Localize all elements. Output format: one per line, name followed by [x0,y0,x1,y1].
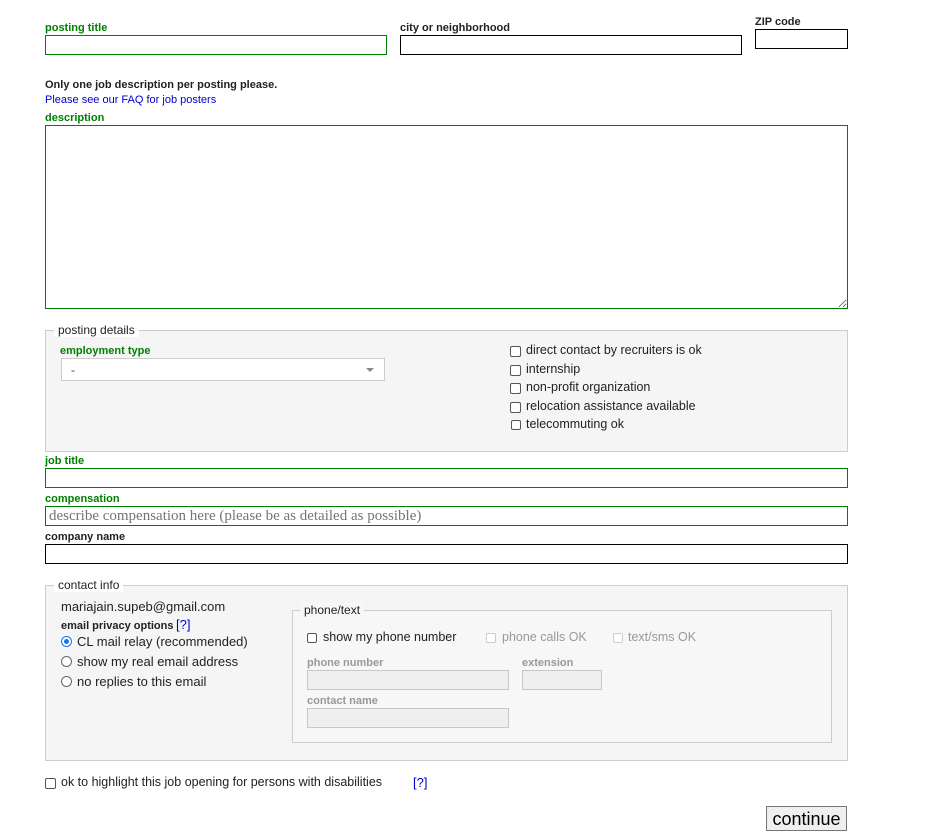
internship-checkbox[interactable] [510,365,521,376]
city-input[interactable] [400,35,742,55]
employment-type-label: employment type [60,345,151,357]
contact-name-input[interactable] [307,708,509,728]
telecommuting-checkbox[interactable] [511,420,521,430]
zip-input[interactable] [755,29,848,49]
compensation-label: compensation [45,493,120,505]
non-profit-label: non-profit organization [526,380,651,394]
non-profit-checkbox[interactable] [510,383,521,394]
phone-text-legend: phone/text [300,603,365,617]
direct-contact-checkbox[interactable] [510,346,521,357]
show-phone-label: show my phone number [323,630,457,644]
telecommuting-label: telecommuting ok [526,417,624,431]
disabilities-help-link[interactable]: [?] [413,775,427,790]
compensation-input[interactable] [45,506,848,526]
description-textarea[interactable] [45,125,848,309]
city-label: city or neighborhood [400,22,510,34]
phone-number-input[interactable] [307,670,509,690]
continue-button[interactable]: continue [766,806,847,831]
extension-input[interactable] [522,670,602,690]
contact-info-legend: contact info [54,578,124,592]
description-label: description [45,112,105,124]
relocation-checkbox[interactable] [510,402,521,413]
mail-relay-radio[interactable] [61,636,72,647]
no-replies-label: no replies to this email [77,674,207,689]
employment-type-value: - [71,363,75,377]
job-title-input[interactable] [45,468,848,488]
phone-calls-label: phone calls OK [502,630,587,644]
posting-title-label: posting title [45,22,108,34]
disabilities-label: ok to highlight this job opening for per… [61,775,383,789]
one-description-notice: Only one job description per posting ple… [45,79,278,91]
chevron-down-icon [366,368,374,372]
real-email-label: show my real email address [77,654,239,669]
employment-type-select[interactable]: - [61,358,385,381]
real-email-radio[interactable] [61,656,72,667]
email-privacy-help-link[interactable]: [?] [176,617,190,632]
relocation-label: relocation assistance available [526,399,696,413]
phone-number-label: phone number [307,657,384,669]
company-name-label: company name [45,531,126,543]
text-sms-label: text/sms OK [628,630,697,644]
job-title-label: job title [45,455,85,467]
zip-label: ZIP code [755,16,801,28]
direct-contact-label: direct contact by recruiters is ok [526,343,702,357]
disabilities-checkbox[interactable] [45,778,56,789]
faq-link[interactable]: Please see our FAQ for job posters [45,94,216,106]
internship-label: internship [526,362,581,376]
contact-name-label: contact name [307,695,378,707]
contact-email: mariajain.supeb@gmail.com [61,599,226,614]
mail-relay-label: CL mail relay (recommended) [77,634,248,649]
show-phone-checkbox[interactable] [307,633,317,643]
no-replies-radio[interactable] [61,676,72,687]
posting-details-legend: posting details [54,323,139,337]
company-name-input[interactable] [45,544,848,564]
extension-label: extension [522,657,574,669]
email-privacy-label: email privacy options [61,620,174,632]
phone-calls-checkbox[interactable] [486,633,496,643]
text-sms-checkbox[interactable] [613,633,623,643]
posting-title-input[interactable] [45,35,387,55]
posting-details-fieldset [45,330,848,452]
